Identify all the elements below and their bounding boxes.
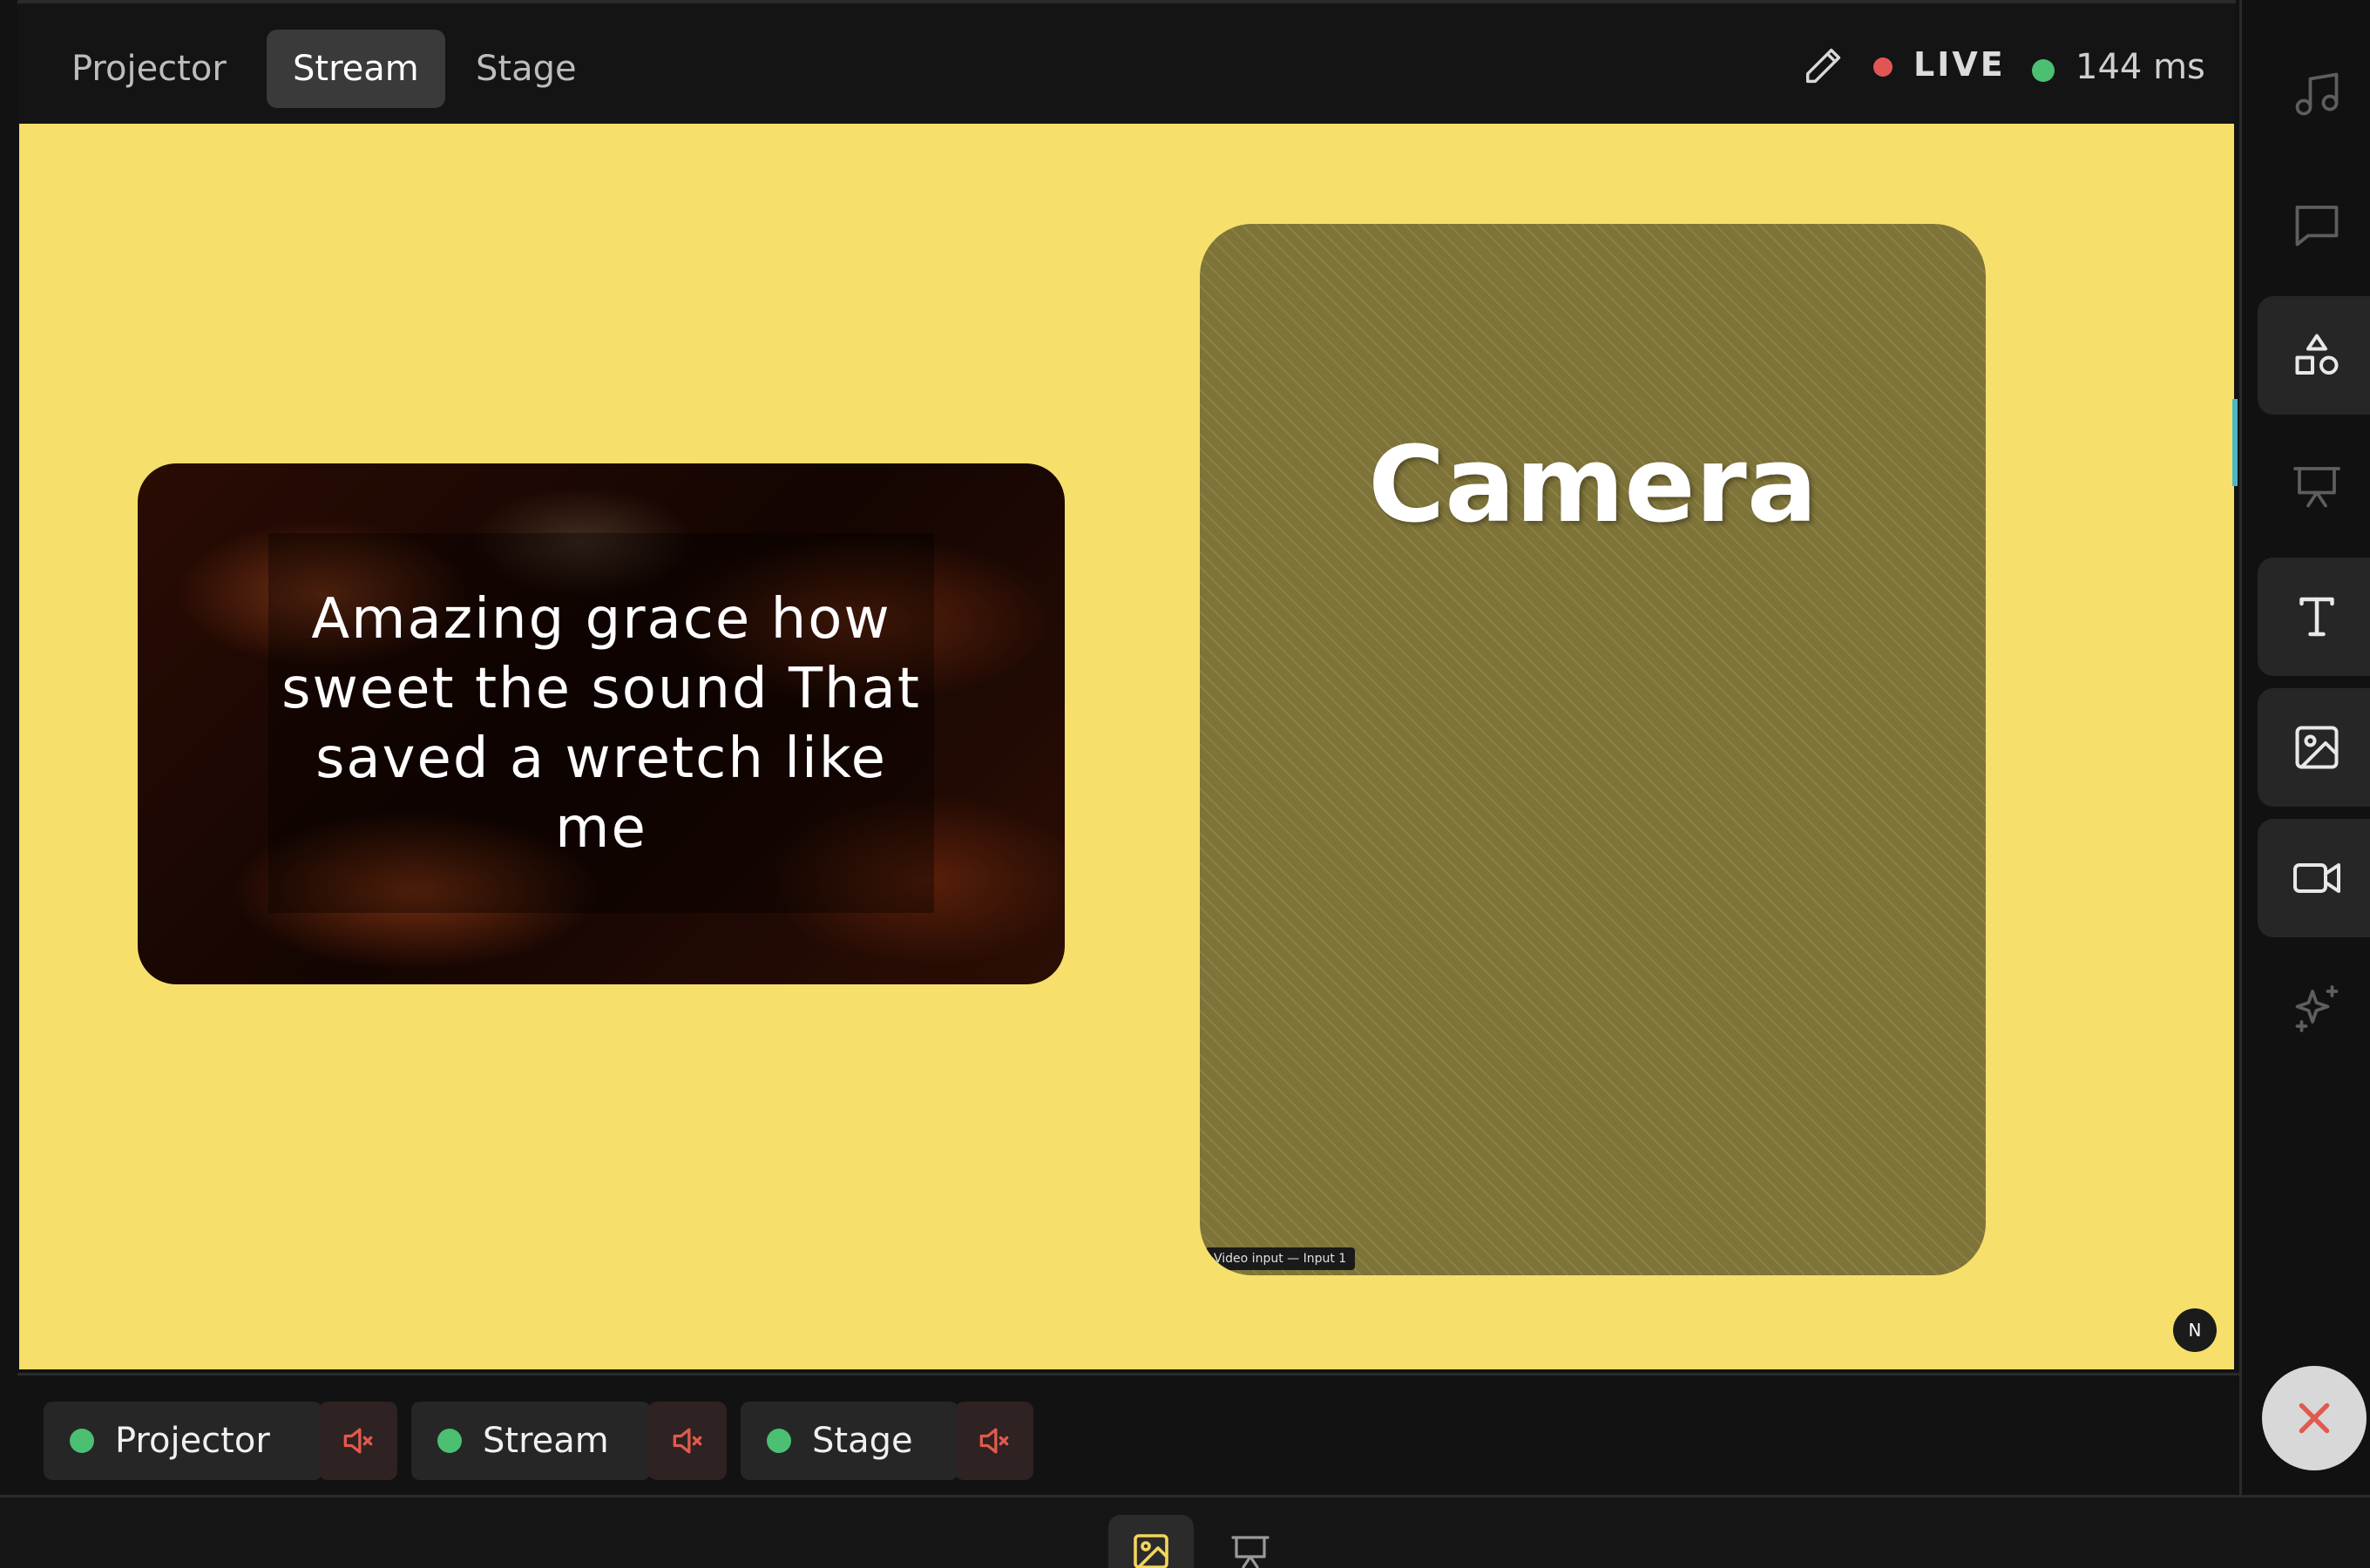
presentation-icon bbox=[1231, 1536, 1270, 1568]
latency-label: 144 ms bbox=[2075, 47, 2205, 87]
stream-preview-canvas[interactable]: Amazing grace how sweet the sound That s… bbox=[19, 124, 2234, 1369]
text-icon bbox=[2299, 597, 2334, 637]
sidebar-item-video[interactable] bbox=[2258, 819, 2370, 937]
video-camera-icon bbox=[2293, 863, 2340, 893]
live-indicator-dot bbox=[1873, 57, 1893, 77]
status-dot bbox=[767, 1429, 791, 1453]
close-button[interactable] bbox=[2262, 1366, 2367, 1470]
sparkle-icon bbox=[2295, 985, 2339, 1032]
mute-projector-button[interactable] bbox=[319, 1402, 397, 1480]
output-stage[interactable]: Stage bbox=[741, 1402, 958, 1480]
speaker-muted-icon bbox=[343, 1428, 373, 1454]
speaker-muted-icon bbox=[673, 1428, 702, 1454]
output-tabs-bar: Projector Stream Stage LIVE 144 ms bbox=[17, 0, 2236, 124]
output-label: Projector bbox=[115, 1421, 270, 1461]
output-label: Stage bbox=[812, 1421, 913, 1461]
sidebar-item-image[interactable] bbox=[2258, 688, 2370, 807]
status-dot bbox=[437, 1429, 462, 1453]
camera-input-caption: Video input — Input 1 bbox=[1205, 1247, 1356, 1270]
output-label: Stream bbox=[483, 1421, 609, 1461]
speaker-muted-icon bbox=[979, 1428, 1009, 1454]
music-note-icon bbox=[2295, 72, 2339, 116]
latency-status-dot bbox=[2032, 59, 2055, 82]
lyrics-text: Amazing grace how sweet the sound That s… bbox=[281, 587, 921, 861]
output-stream[interactable]: Stream bbox=[411, 1402, 651, 1480]
sidebar-resize-handle[interactable] bbox=[2232, 399, 2238, 486]
bottom-toolbar bbox=[0, 1495, 2370, 1568]
sidebar-item-effects[interactable] bbox=[2258, 950, 2370, 1068]
image-icon bbox=[2295, 726, 2339, 769]
media-view-button[interactable] bbox=[1108, 1515, 1194, 1568]
output-projector[interactable]: Projector bbox=[44, 1402, 322, 1480]
outputs-bar: Projector Stream Stage bbox=[17, 1373, 2239, 1495]
image-icon bbox=[1134, 1534, 1168, 1568]
mute-stage-button[interactable] bbox=[955, 1402, 1033, 1480]
chat-bubble-icon bbox=[2295, 206, 2339, 247]
sidebar-item-text[interactable] bbox=[2258, 558, 2370, 676]
screen-view-button[interactable] bbox=[1220, 1515, 1281, 1568]
sidebar-item-presentation[interactable] bbox=[2258, 427, 2370, 545]
sidebar-item-chat[interactable] bbox=[2258, 166, 2370, 284]
tab-projector[interactable]: Projector bbox=[45, 30, 253, 108]
shapes-icon bbox=[2295, 334, 2339, 375]
pencil-icon[interactable] bbox=[1800, 44, 1845, 89]
close-icon bbox=[2299, 1402, 2330, 1434]
n-badge[interactable]: N bbox=[2173, 1308, 2217, 1352]
camera-label: Camera bbox=[1368, 424, 1818, 546]
status-dot bbox=[70, 1429, 94, 1453]
presentation-icon bbox=[2293, 467, 2340, 508]
tab-stream[interactable]: Stream bbox=[267, 30, 445, 108]
tool-sidebar bbox=[2239, 0, 2370, 1495]
sidebar-item-music[interactable] bbox=[2258, 35, 2370, 153]
sidebar-item-shapes[interactable] bbox=[2258, 296, 2370, 415]
tab-stage[interactable]: Stage bbox=[450, 30, 603, 108]
mute-stream-button[interactable] bbox=[648, 1402, 727, 1480]
lyrics-slide[interactable]: Amazing grace how sweet the sound That s… bbox=[138, 463, 1065, 984]
camera-feed[interactable]: Camera Video input — Input 1 bbox=[1200, 224, 1986, 1275]
live-label: LIVE bbox=[1913, 45, 2006, 84]
